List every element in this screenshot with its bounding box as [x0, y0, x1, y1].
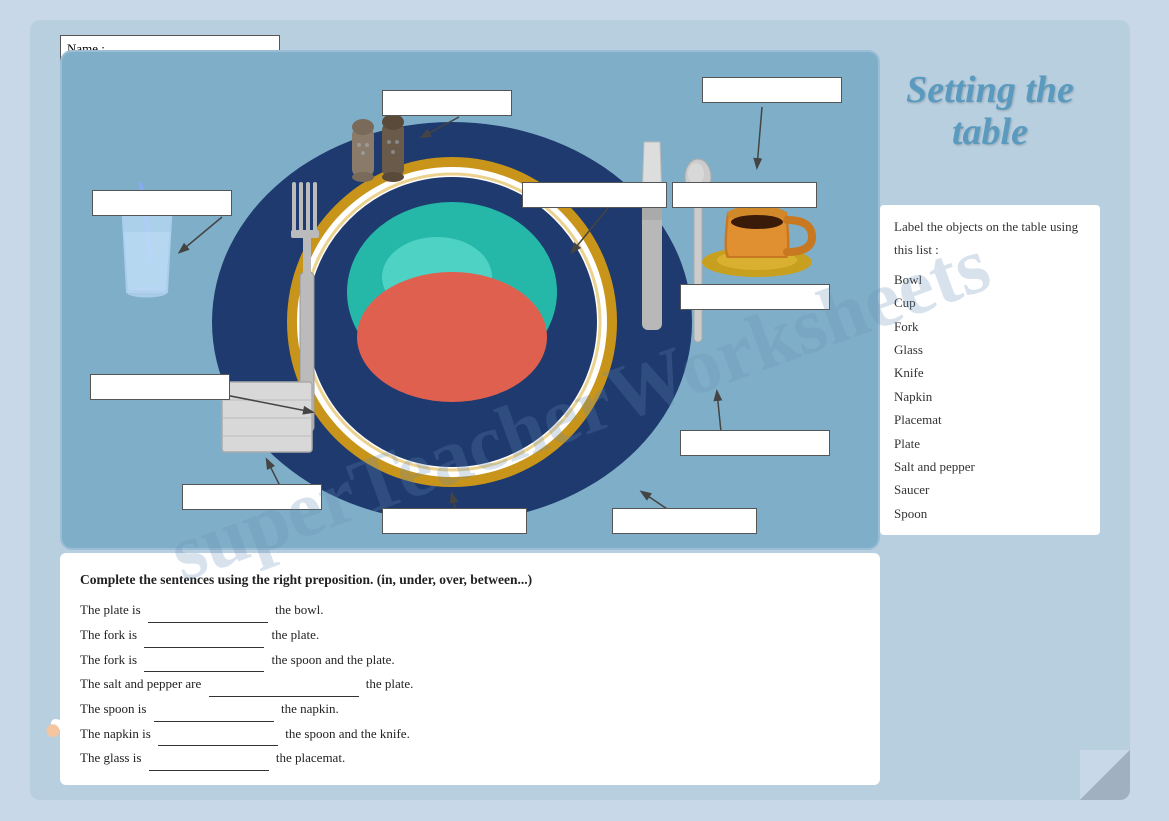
label-bottom-right[interactable] [612, 508, 757, 534]
word-napkin: Napkin [894, 385, 1086, 408]
word-list-box: Label the objects on the table using thi… [880, 205, 1100, 535]
label-bottom-center[interactable] [382, 508, 527, 534]
word-plate: Plate [894, 432, 1086, 455]
title: Setting the table [880, 70, 1100, 154]
word-spoon: Spoon [894, 502, 1086, 525]
sentence-2: The fork is the plate. [80, 623, 860, 648]
sentence-7: The glass is the placemat. [80, 746, 860, 771]
word-saucer: Saucer [894, 478, 1086, 501]
word-list-instructions: Label the objects on the table using thi… [894, 215, 1086, 262]
label-top-right[interactable] [702, 77, 842, 103]
sentences-area: Complete the sentences using the right p… [60, 553, 880, 785]
word-cup: Cup [894, 291, 1086, 314]
word-fork: Fork [894, 315, 1086, 338]
sentences-instructions: Complete the sentences using the right p… [80, 567, 860, 593]
word-knife: Knife [894, 361, 1086, 384]
label-bottom-left[interactable] [182, 484, 322, 510]
word-glass: Glass [894, 338, 1086, 361]
word-saltpepper: Salt and pepper [894, 455, 1086, 478]
sentence-5: The spoon is the napkin. [80, 697, 860, 722]
blank-7[interactable] [149, 770, 269, 771]
corner-curl [1080, 750, 1130, 800]
label-left-mid[interactable] [90, 374, 230, 400]
sentence-6: The napkin is the spoon and the knife. [80, 722, 860, 747]
label-upper-left[interactable] [92, 190, 232, 216]
label-upper-center[interactable] [522, 182, 667, 208]
sentence-3: The fork is the spoon and the plate. [80, 648, 860, 673]
label-mid-right-bottom[interactable] [680, 430, 830, 456]
word-bowl: Bowl [894, 268, 1086, 291]
sentence-4: The salt and pepper are the plate. [80, 672, 860, 697]
sentence-1: The plate is the bowl. [80, 598, 860, 623]
label-upper-cup[interactable] [672, 182, 817, 208]
word-placemat: Placemat [894, 408, 1086, 431]
page: Name : [30, 20, 1130, 800]
diagram-area [60, 50, 880, 550]
label-top-center[interactable] [382, 90, 512, 116]
label-mid-right-top[interactable] [680, 284, 830, 310]
